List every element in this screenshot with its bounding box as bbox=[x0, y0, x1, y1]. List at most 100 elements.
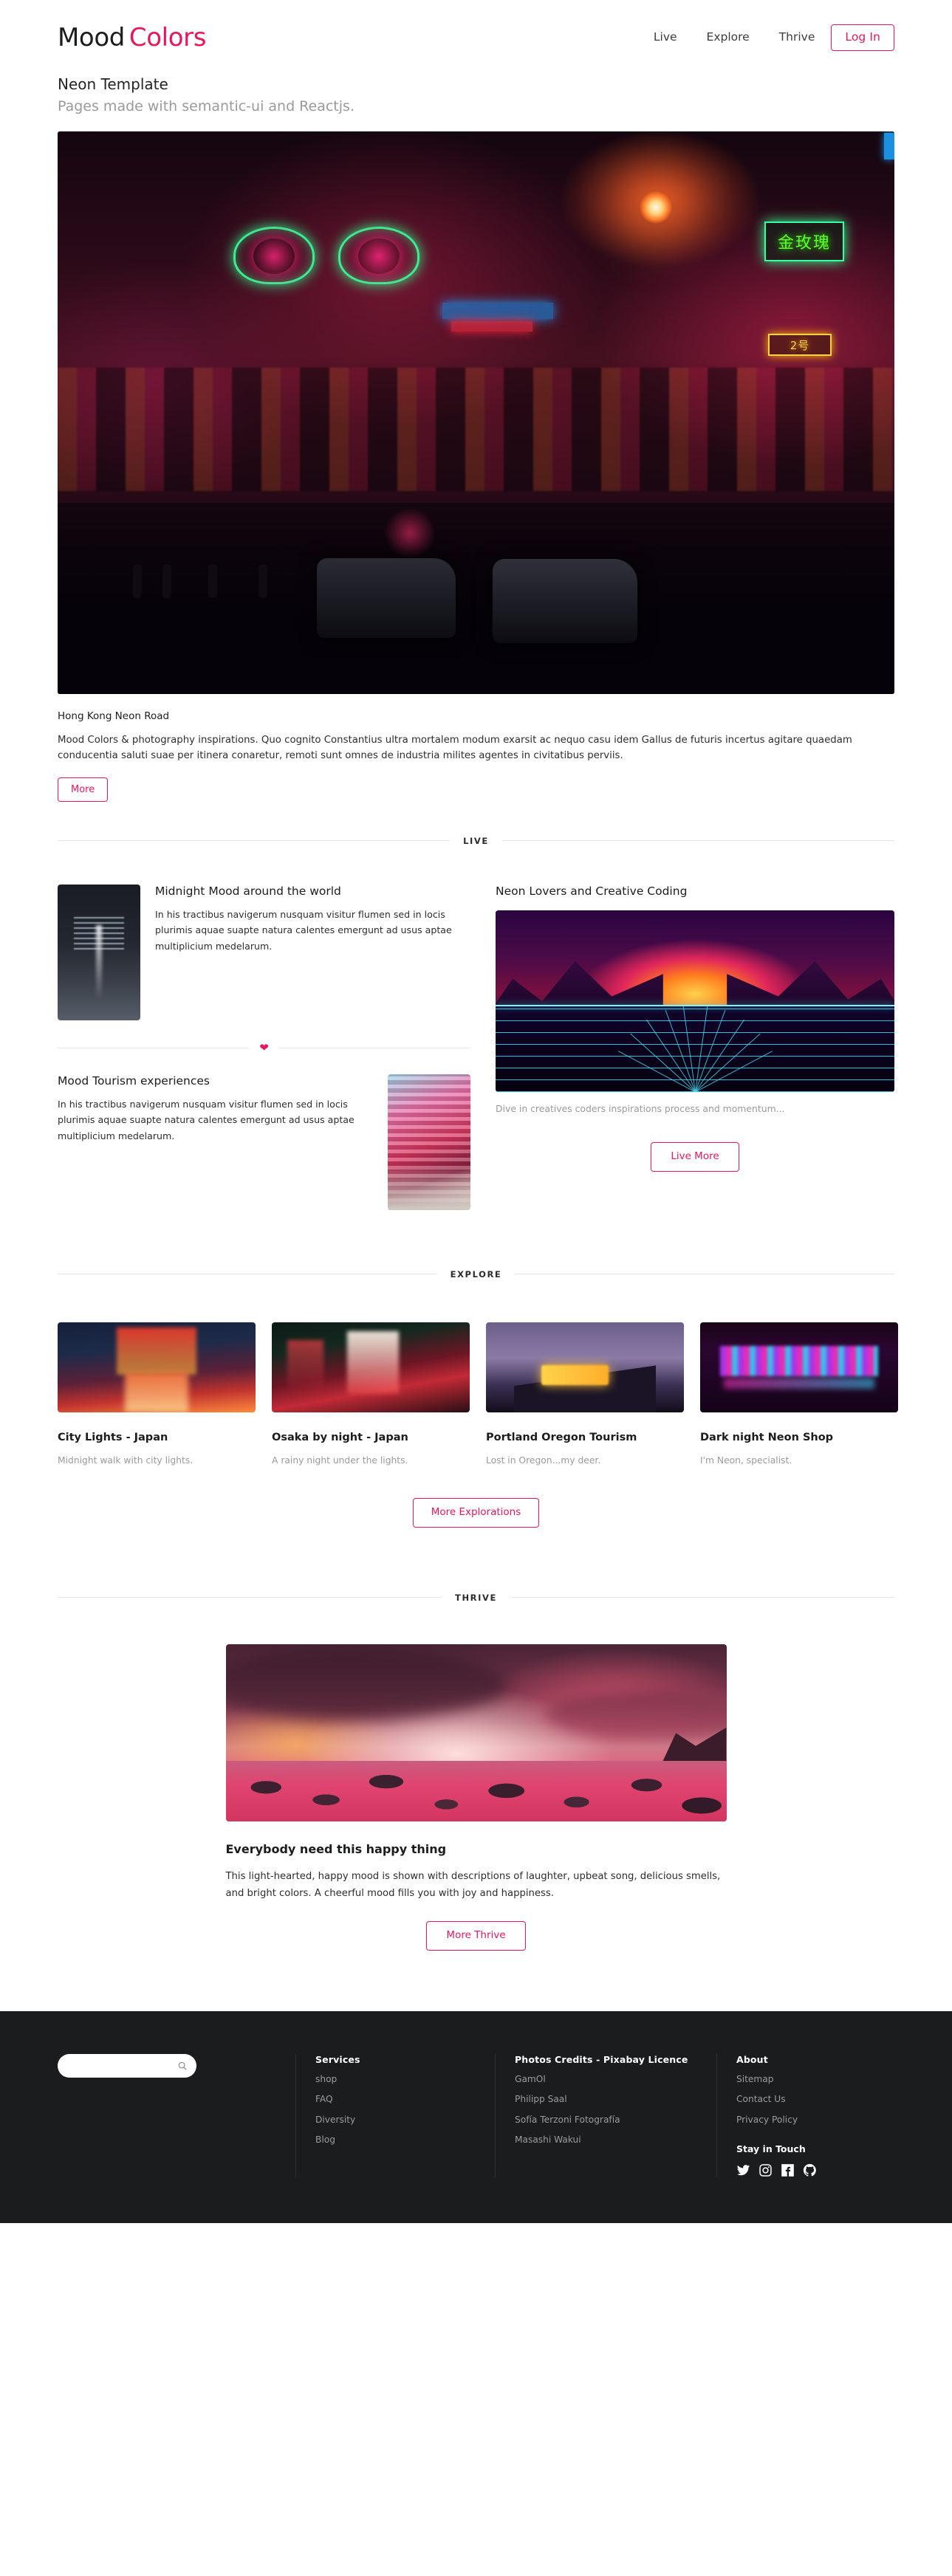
explore-card[interactable]: Portland Oregon Tourism Lost in Oregon..… bbox=[486, 1322, 684, 1468]
hero-neon-sign-left bbox=[233, 227, 315, 285]
explore-card-subtitle: I'm Neon, specialist. bbox=[700, 1455, 792, 1466]
explore-card-image bbox=[486, 1322, 684, 1412]
hero-street-lamp bbox=[639, 190, 674, 224]
footer-link-credit-4[interactable]: Masashi Wakui bbox=[515, 2134, 716, 2146]
footer-link-credit-3[interactable]: Sofía Terzoni Fotografía bbox=[515, 2114, 716, 2126]
nav-item-live[interactable]: Live bbox=[639, 32, 692, 44]
footer-link-blog[interactable]: Blog bbox=[315, 2134, 495, 2146]
explore-card[interactable]: City Lights - Japan Midnight walk with c… bbox=[58, 1322, 256, 1468]
hero-description: Mood Colors & photography inspirations. … bbox=[58, 734, 852, 762]
live-item-text: Midnight Mood around the world In his tr… bbox=[155, 885, 470, 954]
thrive-rocks bbox=[225, 1765, 727, 1821]
footer-link-privacy-policy[interactable]: Privacy Policy bbox=[736, 2114, 894, 2126]
hero-pedestrian bbox=[132, 564, 142, 599]
hero-image: 金玫瑰 2号 bbox=[58, 131, 894, 694]
brand-logo[interactable]: Mood Colors bbox=[58, 25, 206, 50]
hero-chinese-sign-secondary: 2号 bbox=[768, 334, 832, 357]
explore-card-image bbox=[272, 1322, 470, 1412]
hero-pedestrian bbox=[258, 564, 267, 599]
hero-caption: Hong Kong Neon Road bbox=[58, 710, 170, 722]
login-button[interactable]: Log In bbox=[831, 24, 894, 51]
explore-divider: EXPLORE bbox=[58, 1268, 895, 1280]
search-icon[interactable] bbox=[177, 2061, 188, 2071]
hero-car-left bbox=[317, 557, 456, 638]
explore-button-row: More Explorations bbox=[0, 1467, 952, 1528]
explore-card[interactable]: Osaka by night - Japan A rainy night und… bbox=[272, 1322, 470, 1468]
live-section: Midnight Mood around the world In his tr… bbox=[0, 884, 952, 1210]
live-item[interactable]: Midnight Mood around the world In his tr… bbox=[58, 884, 470, 1020]
more-thrive-button[interactable]: More Thrive bbox=[426, 1921, 526, 1951]
divider-line bbox=[58, 840, 451, 842]
footer-link-credit-1[interactable]: GamOl bbox=[515, 2073, 716, 2085]
live-feature-title: Neon Lovers and Creative Coding bbox=[496, 884, 688, 898]
site-header: Mood Colors Live Explore Thrive Log In bbox=[0, 0, 952, 75]
live-right-column: Neon Lovers and Creative Coding Dive in … bbox=[496, 885, 894, 1210]
main-nav: Live Explore Thrive Log In bbox=[639, 24, 894, 51]
thrive-divider-label: THRIVE bbox=[455, 1592, 497, 1603]
hero-corner-blue-sign bbox=[884, 132, 894, 159]
more-explorations-button[interactable]: More Explorations bbox=[412, 1498, 540, 1528]
footer-heading: About bbox=[736, 2053, 768, 2065]
heart-icon: ❤ bbox=[259, 1040, 269, 1054]
hero-stalls bbox=[58, 367, 894, 492]
footer-link-diversity[interactable]: Diversity bbox=[315, 2114, 495, 2126]
nav-item-explore[interactable]: Explore bbox=[692, 32, 764, 44]
footer-link-credit-2[interactable]: Philipp Saal bbox=[515, 2093, 716, 2105]
brand-word-accent: Colors bbox=[129, 23, 207, 52]
github-icon[interactable] bbox=[803, 2163, 817, 2177]
explore-card-subtitle: Midnight walk with city lights. bbox=[58, 1455, 194, 1466]
hero-chinese-sign: 金玫瑰 bbox=[764, 221, 845, 261]
hero-pedestrian bbox=[208, 564, 217, 599]
page-root: Mood Colors Live Explore Thrive Log In Ne… bbox=[0, 0, 952, 2224]
footer-search-column bbox=[58, 2053, 295, 2177]
search-box[interactable] bbox=[58, 2053, 196, 2078]
explore-card[interactable]: Dark night Neon Shop I'm Neon, specialis… bbox=[700, 1322, 898, 1468]
site-footer: Services shop FAQ Diversity Blog Photos … bbox=[0, 2010, 952, 2224]
live-item-thumbnail bbox=[388, 1074, 470, 1210]
hero-neon-sign-right bbox=[338, 227, 420, 285]
explore-card-title: Portland Oregon Tourism bbox=[486, 1431, 637, 1443]
hero-more-button[interactable]: More bbox=[58, 777, 109, 802]
stay-in-touch-heading: Stay in Touch bbox=[736, 2143, 806, 2155]
brand-word-primary: Mood bbox=[58, 23, 125, 52]
footer-link-faq[interactable]: FAQ bbox=[315, 2093, 495, 2105]
facebook-icon[interactable] bbox=[781, 2163, 795, 2177]
divider-line bbox=[58, 1597, 442, 1598]
feature-horizon-line bbox=[496, 1005, 894, 1007]
live-divider-label: LIVE bbox=[463, 835, 489, 846]
hero-road bbox=[58, 502, 894, 694]
live-item-text: Mood Tourism experiences In his tractibu… bbox=[58, 1074, 373, 1144]
hero-section: Neon Template Pages made with semantic-u… bbox=[0, 75, 952, 802]
explore-divider-label: EXPLORE bbox=[450, 1268, 502, 1280]
footer-link-sitemap[interactable]: Sitemap bbox=[736, 2073, 894, 2085]
explore-card-title: Dark night Neon Shop bbox=[700, 1431, 834, 1443]
hero-red-banner bbox=[451, 321, 532, 332]
live-item-body: In his tractibus navigerum nusquam visit… bbox=[155, 909, 452, 952]
live-feature-caption: Dive in creatives coders inspirations pr… bbox=[496, 1103, 785, 1115]
live-divider: LIVE bbox=[58, 835, 895, 846]
explore-card-image bbox=[700, 1322, 898, 1412]
live-item-title: Midnight Mood around the world bbox=[155, 884, 341, 898]
feature-perspective-rays bbox=[496, 1005, 894, 1093]
footer-link-contact-us[interactable]: Contact Us bbox=[736, 2093, 894, 2105]
search-input[interactable] bbox=[66, 2060, 177, 2071]
explore-card-image bbox=[58, 1322, 256, 1412]
page-title: Neon Template bbox=[58, 75, 168, 93]
footer-heading: Services bbox=[315, 2053, 360, 2065]
live-item-body: In his tractibus navigerum nusquam visit… bbox=[58, 1099, 355, 1141]
live-item[interactable]: Mood Tourism experiences In his tractibu… bbox=[58, 1074, 470, 1210]
twitter-icon[interactable] bbox=[736, 2163, 750, 2177]
live-more-button[interactable]: Live More bbox=[651, 1142, 739, 1172]
footer-column-about: About Sitemap Contact Us Privacy Policy … bbox=[716, 2053, 894, 2178]
footer-link-shop[interactable]: shop bbox=[315, 2073, 495, 2085]
hero-figure-glow bbox=[383, 506, 436, 559]
nav-item-thrive[interactable]: Thrive bbox=[764, 32, 832, 44]
hero-chinese-sign-secondary-text: 2号 bbox=[790, 338, 810, 352]
footer-column-services: Services shop FAQ Diversity Blog bbox=[295, 2053, 495, 2178]
thrive-image bbox=[225, 1644, 727, 1821]
social-links bbox=[736, 2163, 894, 2177]
instagram-icon[interactable] bbox=[758, 2163, 773, 2177]
hero-pedestrian bbox=[162, 564, 171, 599]
hero-blue-banner bbox=[442, 303, 554, 320]
explore-card-subtitle: A rainy night under the lights. bbox=[272, 1455, 408, 1466]
